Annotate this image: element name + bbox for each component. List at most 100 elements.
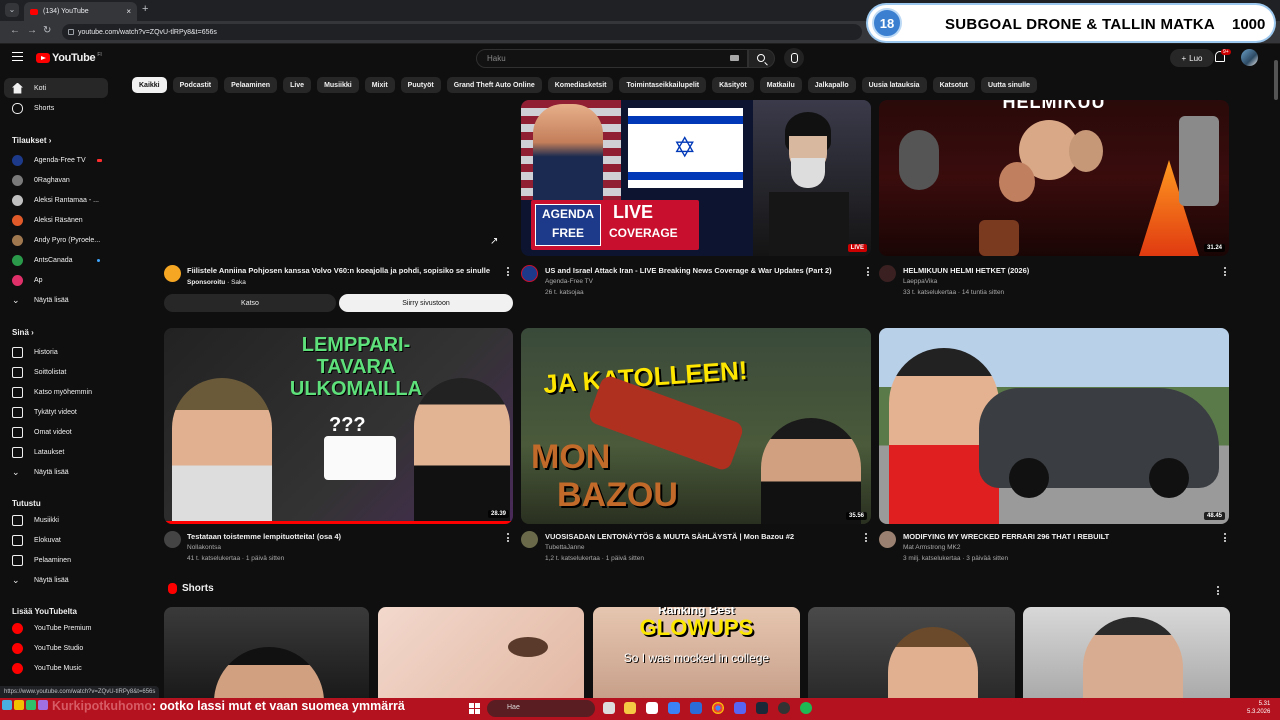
sidebar-item[interactable]: Historia: [4, 342, 108, 362]
obs-icon[interactable]: [778, 702, 790, 714]
sidebar-item[interactable]: Pelaaminen: [4, 550, 108, 570]
sidebar-item[interactable]: Soittolistat: [4, 362, 108, 382]
video-thumbnail[interactable]: ✡ AGENDA FREE LIVE COVERAGE LIVE: [521, 100, 871, 256]
video-thumbnail[interactable]: LEMPPARI-TAVARA ULKOMAILLA ??? 28.39: [164, 328, 513, 524]
filter-chip[interactable]: Grand Theft Auto Online: [446, 77, 542, 93]
app-icon[interactable]: [14, 700, 24, 710]
sidebar-item[interactable]: Katso myöhemmin: [4, 382, 108, 402]
tab-close-icon[interactable]: ×: [126, 7, 131, 16]
you-heading[interactable]: Sinä ›: [12, 328, 34, 337]
more-options-icon[interactable]: [867, 267, 870, 278]
visit-site-button[interactable]: Siirry sivustoon: [339, 294, 513, 312]
filter-chip[interactable]: Uusia latauksia: [861, 77, 927, 93]
scrollbar-thumb[interactable]: [1274, 60, 1278, 100]
sidebar-item[interactable]: Tykätyt videot: [4, 402, 108, 422]
video-title[interactable]: HELMIKUUN HELMI HETKET (2026): [903, 266, 1029, 275]
short-thumbnail[interactable]: [1023, 607, 1230, 698]
ad-title[interactable]: Fiilistele Anniina Pohjosen kanssa Volvo…: [187, 266, 490, 275]
more-options-icon[interactable]: [507, 533, 510, 544]
browser-tab[interactable]: (134) YouTube ×: [24, 2, 137, 21]
file-explorer-icon[interactable]: [624, 702, 636, 714]
search-input[interactable]: Haku: [476, 49, 748, 68]
short-thumbnail[interactable]: [164, 607, 369, 698]
forward-icon[interactable]: →: [27, 25, 37, 36]
watch-button[interactable]: Katso: [164, 294, 336, 312]
channel-name[interactable]: LaeppaVika: [903, 278, 937, 285]
sidebar-item[interactable]: Musiikki: [4, 510, 108, 530]
voice-search-icon[interactable]: [784, 48, 804, 68]
taskbar-search[interactable]: Hae: [487, 700, 595, 717]
filter-chip[interactable]: Podcastit: [172, 77, 219, 93]
account-avatar[interactable]: [1241, 49, 1258, 66]
task-view-icon[interactable]: [603, 702, 615, 714]
edge-icon[interactable]: [690, 702, 702, 714]
sidebar-subscription[interactable]: Aleksi Rantamaa - ...: [4, 190, 108, 210]
tab-search-button[interactable]: ⌄: [5, 3, 19, 17]
sidebar-subscription[interactable]: 0Raghavan: [4, 170, 108, 190]
filter-chip[interactable]: Musiikki: [317, 77, 359, 93]
sidebar-item-home[interactable]: Koti: [4, 78, 108, 98]
filter-chip[interactable]: Pelaaminen: [224, 77, 278, 93]
sidebar-item[interactable]: Lataukset: [4, 442, 108, 462]
back-icon[interactable]: ←: [10, 25, 20, 36]
sidebar-subscription[interactable]: Andy Pyro (Pyroele...: [4, 230, 108, 250]
sidebar-item[interactable]: YouTube Premium: [4, 618, 108, 638]
channel-avatar[interactable]: [521, 265, 538, 282]
store-icon[interactable]: [646, 702, 658, 714]
short-thumbnail[interactable]: [378, 607, 584, 698]
expand-icon[interactable]: ↗: [490, 236, 498, 247]
sidebar-subscription[interactable]: Ap: [4, 270, 108, 290]
channel-avatar[interactable]: [164, 531, 181, 548]
youtube-logo[interactable]: YouTube FI: [36, 52, 102, 64]
sidebar-subscription[interactable]: Aleksi Räsänen: [4, 210, 108, 230]
more-options-icon[interactable]: [1224, 533, 1227, 544]
sidebar-subscription[interactable]: AntsCanada: [4, 250, 108, 270]
new-tab-button[interactable]: +: [142, 3, 148, 15]
create-button[interactable]: + Luo: [1170, 49, 1214, 67]
more-options-icon[interactable]: [865, 533, 868, 544]
sidebar-item[interactable]: YouTube Music: [4, 658, 108, 678]
discord-icon[interactable]: [734, 702, 746, 714]
chrome-icon[interactable]: [712, 702, 724, 714]
filter-chip[interactable]: Jalkapallo: [807, 77, 856, 93]
video-title[interactable]: Testataan toistemme lempituotteita! (osa…: [187, 532, 341, 541]
keyboard-icon[interactable]: [730, 55, 739, 61]
short-thumbnail[interactable]: Ranking Best GLOWUPS So I was mocked in …: [593, 607, 800, 698]
site-info-icon[interactable]: [68, 29, 74, 35]
menu-icon[interactable]: [12, 52, 23, 61]
app-icon[interactable]: [2, 700, 12, 710]
app-icon[interactable]: [26, 700, 36, 710]
scrollbar-track[interactable]: [1272, 44, 1280, 698]
video-thumbnail[interactable]: 48.45: [879, 328, 1229, 524]
advertiser-avatar[interactable]: [164, 265, 181, 282]
video-title[interactable]: VUOSISADAN LENTONÄYTÖS & MUUTA SÄHLÄYSTÄ…: [545, 532, 794, 541]
channel-name[interactable]: Agenda-Free TV: [545, 278, 593, 285]
sidebar-item[interactable]: YouTube Studio: [4, 638, 108, 658]
video-title[interactable]: MODIFYING MY WRECKED FERRARI 296 THAT I …: [903, 532, 1109, 541]
channel-avatar[interactable]: [879, 531, 896, 548]
video-thumbnail[interactable]: HELMIKUU 31.24: [879, 100, 1229, 256]
reload-icon[interactable]: ↻: [43, 25, 51, 36]
windows-start-icon[interactable]: [469, 703, 480, 714]
subscriptions-heading[interactable]: Tilaukset ›: [12, 136, 51, 145]
short-thumbnail[interactable]: [808, 607, 1015, 698]
sidebar-item[interactable]: ⌄ Näytä lisää: [4, 462, 108, 482]
sidebar-item[interactable]: ⌄ Näytä lisää: [4, 570, 108, 590]
sidebar-item[interactable]: Elokuvat: [4, 530, 108, 550]
search-button[interactable]: [748, 49, 775, 68]
sidebar-subscription[interactable]: Agenda-Free TV: [4, 150, 108, 170]
video-thumbnail[interactable]: JA KATOLLEEN! MON BAZOU 35.56: [521, 328, 871, 524]
channel-name[interactable]: Mat Armstrong MK2: [903, 544, 960, 551]
filter-chip[interactable]: Kaikki: [132, 77, 167, 93]
channel-name[interactable]: TubettaJanne: [545, 544, 585, 551]
filter-chip[interactable]: Matkailu: [759, 77, 802, 93]
sidebar-item[interactable]: Omat videot: [4, 422, 108, 442]
filter-chip[interactable]: Live: [283, 77, 312, 93]
more-options-icon[interactable]: [507, 267, 510, 278]
filter-chip[interactable]: Toimintaseikkailupelit: [619, 77, 707, 93]
filter-chip[interactable]: Käsityöt: [712, 77, 754, 93]
channel-avatar[interactable]: [879, 265, 896, 282]
sidebar-item-shorts[interactable]: Shorts: [4, 98, 108, 118]
filter-chip[interactable]: Mixit: [364, 77, 395, 93]
filter-chip[interactable]: Komediasketsit: [547, 77, 614, 93]
